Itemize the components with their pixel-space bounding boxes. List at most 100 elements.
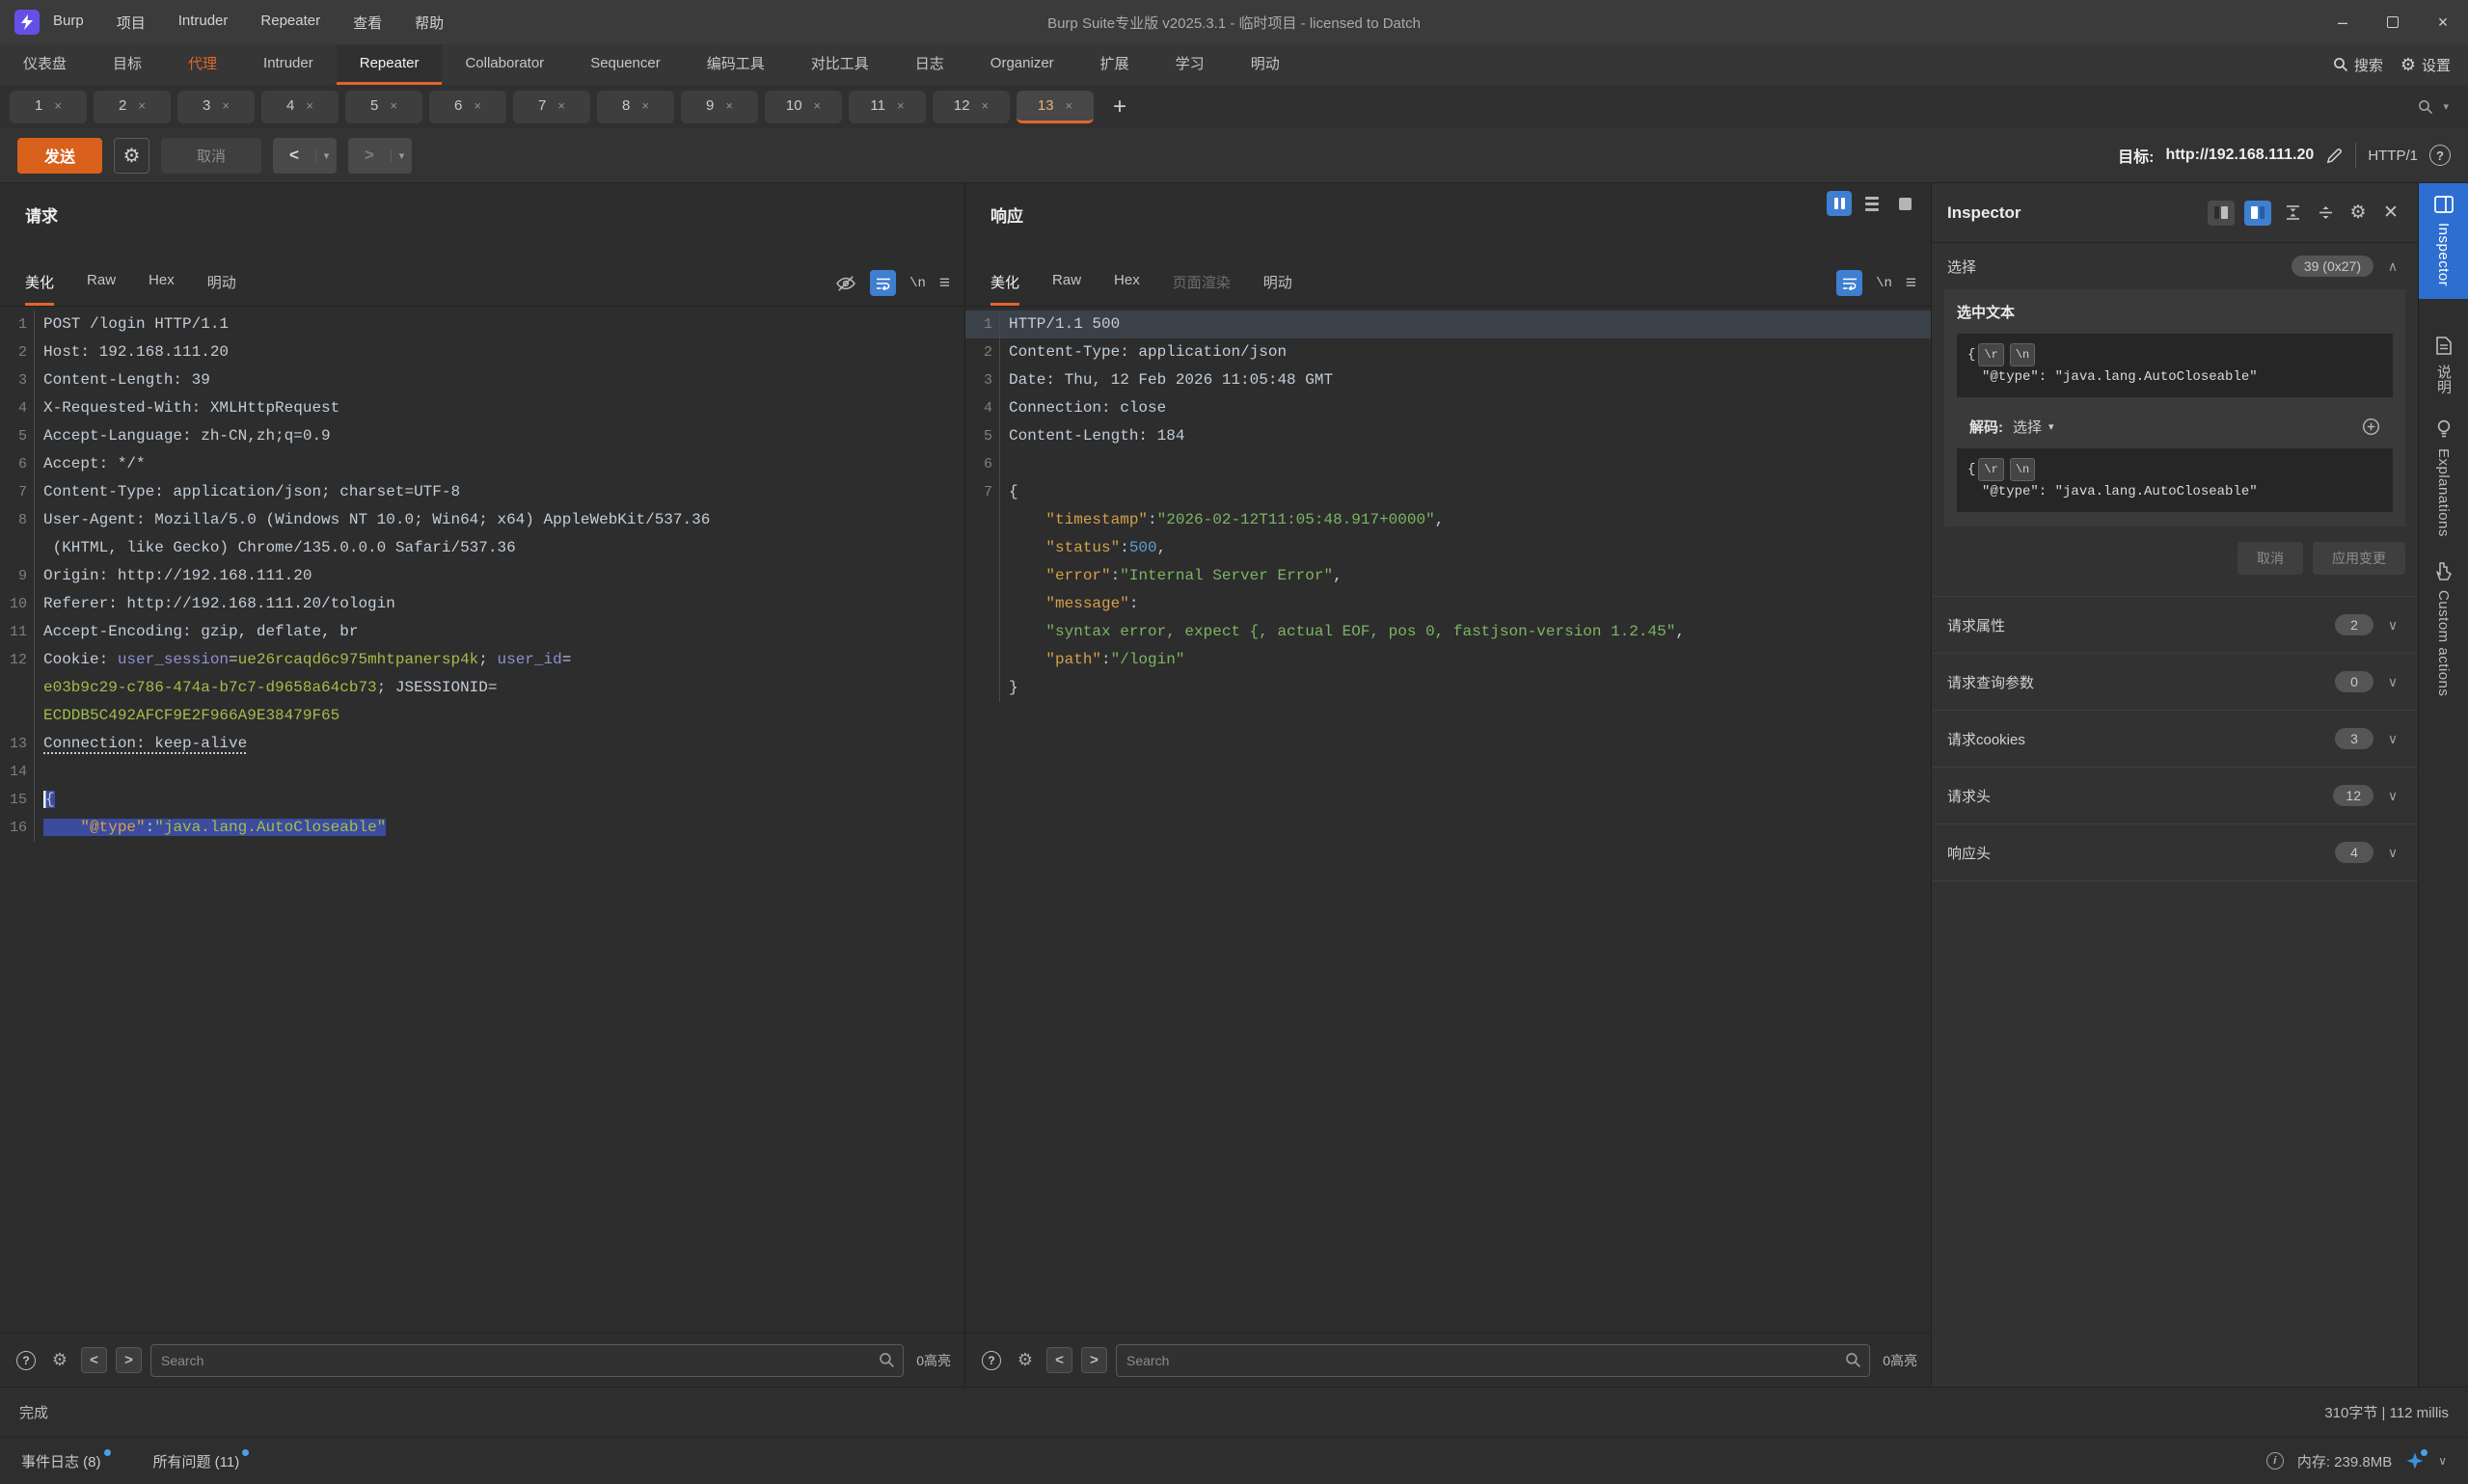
- chevron-down-icon[interactable]: ∨: [2383, 731, 2402, 747]
- close-tab-icon[interactable]: ×: [1066, 98, 1073, 113]
- selection-section-header[interactable]: 选择 39 (0x27) ∧: [1932, 243, 2418, 289]
- tool-tab-对比工具[interactable]: 对比工具: [788, 44, 892, 85]
- repeater-tab-13[interactable]: 13×: [1017, 91, 1094, 123]
- close-tab-icon[interactable]: ×: [474, 98, 481, 113]
- inspector-cancel-button[interactable]: 取消: [2237, 542, 2303, 575]
- inspector-left-layout-icon[interactable]: [2208, 201, 2235, 226]
- response-view-tab-明动[interactable]: 明动: [1263, 272, 1292, 306]
- prev-match-button[interactable]: <: [81, 1347, 107, 1373]
- menu-查看[interactable]: 查看: [353, 13, 382, 33]
- word-wrap-icon[interactable]: [870, 270, 896, 296]
- close-tab-icon[interactable]: ×: [897, 98, 905, 113]
- request-view-tab-Hex[interactable]: Hex: [149, 272, 175, 306]
- repeater-tab-8[interactable]: 8×: [597, 91, 674, 123]
- rows-layout-icon[interactable]: [1859, 191, 1885, 216]
- close-tab-icon[interactable]: ×: [725, 98, 733, 113]
- inspector-section-响应头[interactable]: 响应头4∨: [1932, 824, 2418, 881]
- maximize-button[interactable]: [2368, 0, 2418, 44]
- repeater-tab-12[interactable]: 12×: [933, 91, 1010, 123]
- response-editor[interactable]: 1HTTP/1.1 5002Content-Type: application/…: [965, 307, 1931, 1333]
- tool-tab-Organizer[interactable]: Organizer: [967, 44, 1077, 85]
- response-view-tab-Hex[interactable]: Hex: [1114, 272, 1140, 306]
- history-back-button[interactable]: < ▾: [273, 138, 337, 174]
- http-version[interactable]: HTTP/1: [2368, 148, 2418, 164]
- regex-help-icon[interactable]: ?: [979, 1348, 1004, 1373]
- tool-tab-学习[interactable]: 学习: [1153, 44, 1228, 85]
- minimize-button[interactable]: –: [2318, 0, 2368, 44]
- selected-text-value[interactable]: {\r\n "@type": "java.lang.AutoCloseable": [1957, 334, 2393, 397]
- collapse-all-icon[interactable]: [2314, 204, 2337, 221]
- add-decode-step-icon[interactable]: [2362, 418, 2380, 436]
- request-editor[interactable]: 1POST /login HTTP/1.12Host: 192.168.111.…: [0, 307, 964, 1333]
- chevron-down-icon[interactable]: ∨: [2383, 845, 2402, 861]
- tool-tab-明动[interactable]: 明动: [1228, 44, 1303, 85]
- ai-spark-icon[interactable]: [2405, 1451, 2425, 1471]
- info-icon[interactable]: i: [2266, 1452, 2284, 1470]
- editor-menu-icon[interactable]: ≡: [1906, 273, 1915, 294]
- editor-menu-icon[interactable]: ≡: [939, 273, 949, 294]
- bottom-tab-所有问题 (11)[interactable]: 所有问题 (11): [153, 1451, 250, 1471]
- search-button[interactable]: 搜索: [2333, 55, 2383, 75]
- inspector-section-请求cookies[interactable]: 请求cookies3∨: [1932, 711, 2418, 768]
- settings-button[interactable]: ⚙ 设置: [2400, 55, 2451, 75]
- add-tab-button[interactable]: +: [1100, 91, 1139, 123]
- tab-list-chevron-icon[interactable]: ▾: [2443, 100, 2449, 113]
- send-button[interactable]: 发送: [17, 138, 102, 174]
- request-view-tab-Raw[interactable]: Raw: [87, 272, 116, 306]
- close-tab-icon[interactable]: ×: [222, 98, 230, 113]
- cancel-button[interactable]: 取消: [161, 138, 261, 174]
- next-match-button[interactable]: >: [1081, 1347, 1107, 1373]
- repeater-tab-10[interactable]: 10×: [765, 91, 842, 123]
- inspector-section-请求头[interactable]: 请求头12∨: [1932, 768, 2418, 824]
- show-newlines-icon[interactable]: \n: [909, 276, 926, 291]
- forward-dropdown-icon[interactable]: ▾: [391, 149, 412, 162]
- decoded-text-value[interactable]: {\r\n "@type": "java.lang.AutoCloseable": [1957, 448, 2393, 512]
- search-settings-icon[interactable]: ⚙: [47, 1348, 72, 1373]
- rail-tab-inspector[interactable]: Inspector: [2419, 183, 2468, 299]
- tool-tab-编码工具[interactable]: 编码工具: [684, 44, 788, 85]
- menu-Repeater[interactable]: Repeater: [260, 13, 320, 33]
- close-tab-icon[interactable]: ×: [306, 98, 313, 113]
- close-tab-icon[interactable]: ×: [390, 98, 397, 113]
- chevron-up-icon[interactable]: ∧: [2383, 258, 2402, 275]
- tool-tab-日志[interactable]: 日志: [892, 44, 967, 85]
- edit-target-icon[interactable]: [2325, 147, 2344, 165]
- tool-tab-Sequencer[interactable]: Sequencer: [567, 44, 684, 85]
- menu-Burp[interactable]: Burp: [53, 13, 84, 33]
- close-tab-icon[interactable]: ×: [982, 98, 990, 113]
- inspector-close-icon[interactable]: ✕: [2379, 202, 2402, 224]
- tool-tab-目标[interactable]: 目标: [90, 44, 165, 85]
- repeater-tab-5[interactable]: 5×: [345, 91, 422, 123]
- prev-match-button[interactable]: <: [1046, 1347, 1072, 1373]
- repeater-tab-1[interactable]: 1×: [10, 91, 87, 123]
- rail-tab-notes[interactable]: 说明: [2419, 324, 2468, 407]
- tool-tab-仪表盘[interactable]: 仪表盘: [0, 44, 90, 85]
- request-view-tab-美化[interactable]: 美化: [25, 272, 54, 306]
- close-tab-icon[interactable]: ×: [557, 98, 565, 113]
- chevron-down-icon[interactable]: ∨: [2383, 617, 2402, 634]
- tab-search-icon[interactable]: [2418, 99, 2433, 115]
- request-view-tab-明动[interactable]: 明动: [207, 272, 236, 306]
- hide-nonprintable-icon[interactable]: [835, 275, 856, 292]
- word-wrap-icon[interactable]: [1836, 270, 1862, 296]
- search-settings-icon[interactable]: ⚙: [1013, 1348, 1038, 1373]
- tool-tab-扩展[interactable]: 扩展: [1077, 44, 1153, 85]
- close-tab-icon[interactable]: ×: [54, 98, 62, 113]
- tool-tab-Repeater[interactable]: Repeater: [337, 44, 443, 85]
- back-dropdown-icon[interactable]: ▾: [315, 149, 337, 162]
- send-settings-button[interactable]: ⚙: [114, 138, 149, 174]
- tabs-layout-icon[interactable]: [1892, 191, 1917, 216]
- pause-layout-icon[interactable]: [1827, 191, 1852, 216]
- menu-项目[interactable]: 项目: [117, 13, 146, 33]
- inspector-section-请求属性[interactable]: 请求属性2∨: [1932, 597, 2418, 654]
- menu-Intruder[interactable]: Intruder: [178, 13, 229, 33]
- repeater-tab-7[interactable]: 7×: [513, 91, 590, 123]
- bottom-tab-事件日志 (8)[interactable]: 事件日志 (8): [21, 1451, 111, 1471]
- chevron-down-icon[interactable]: ∨: [2438, 1454, 2447, 1468]
- close-tab-icon[interactable]: ×: [814, 98, 822, 113]
- tool-tab-Intruder[interactable]: Intruder: [240, 44, 337, 85]
- response-view-tab-美化[interactable]: 美化: [990, 272, 1019, 306]
- request-search-input[interactable]: [150, 1344, 904, 1377]
- help-icon[interactable]: ?: [2429, 145, 2451, 166]
- repeater-tab-2[interactable]: 2×: [94, 91, 171, 123]
